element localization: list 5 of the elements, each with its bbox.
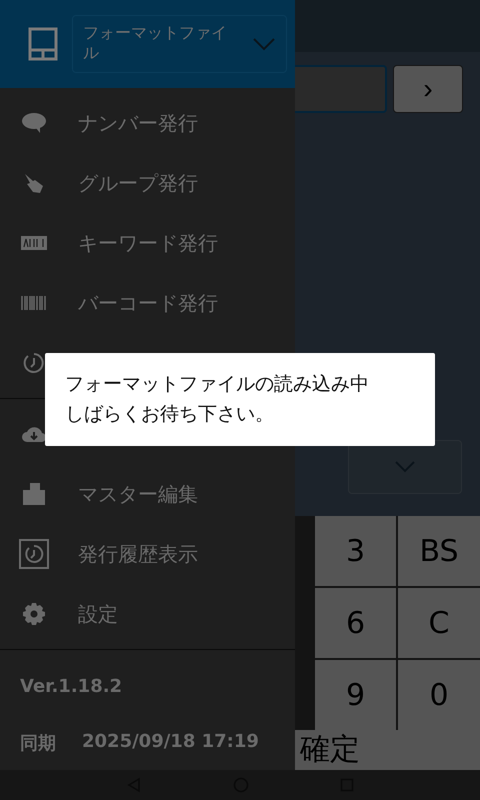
sync-time: 2025/09/18 17:19 (82, 731, 259, 754)
dialog-message-line: フォーマットファイルの読み込み中 (65, 372, 369, 397)
version-text: Ver.1.18.2 (19, 675, 122, 697)
sync-label: 同期 (20, 732, 56, 755)
dialog-message-line: しばらくお待ち下さい。 (65, 402, 274, 427)
